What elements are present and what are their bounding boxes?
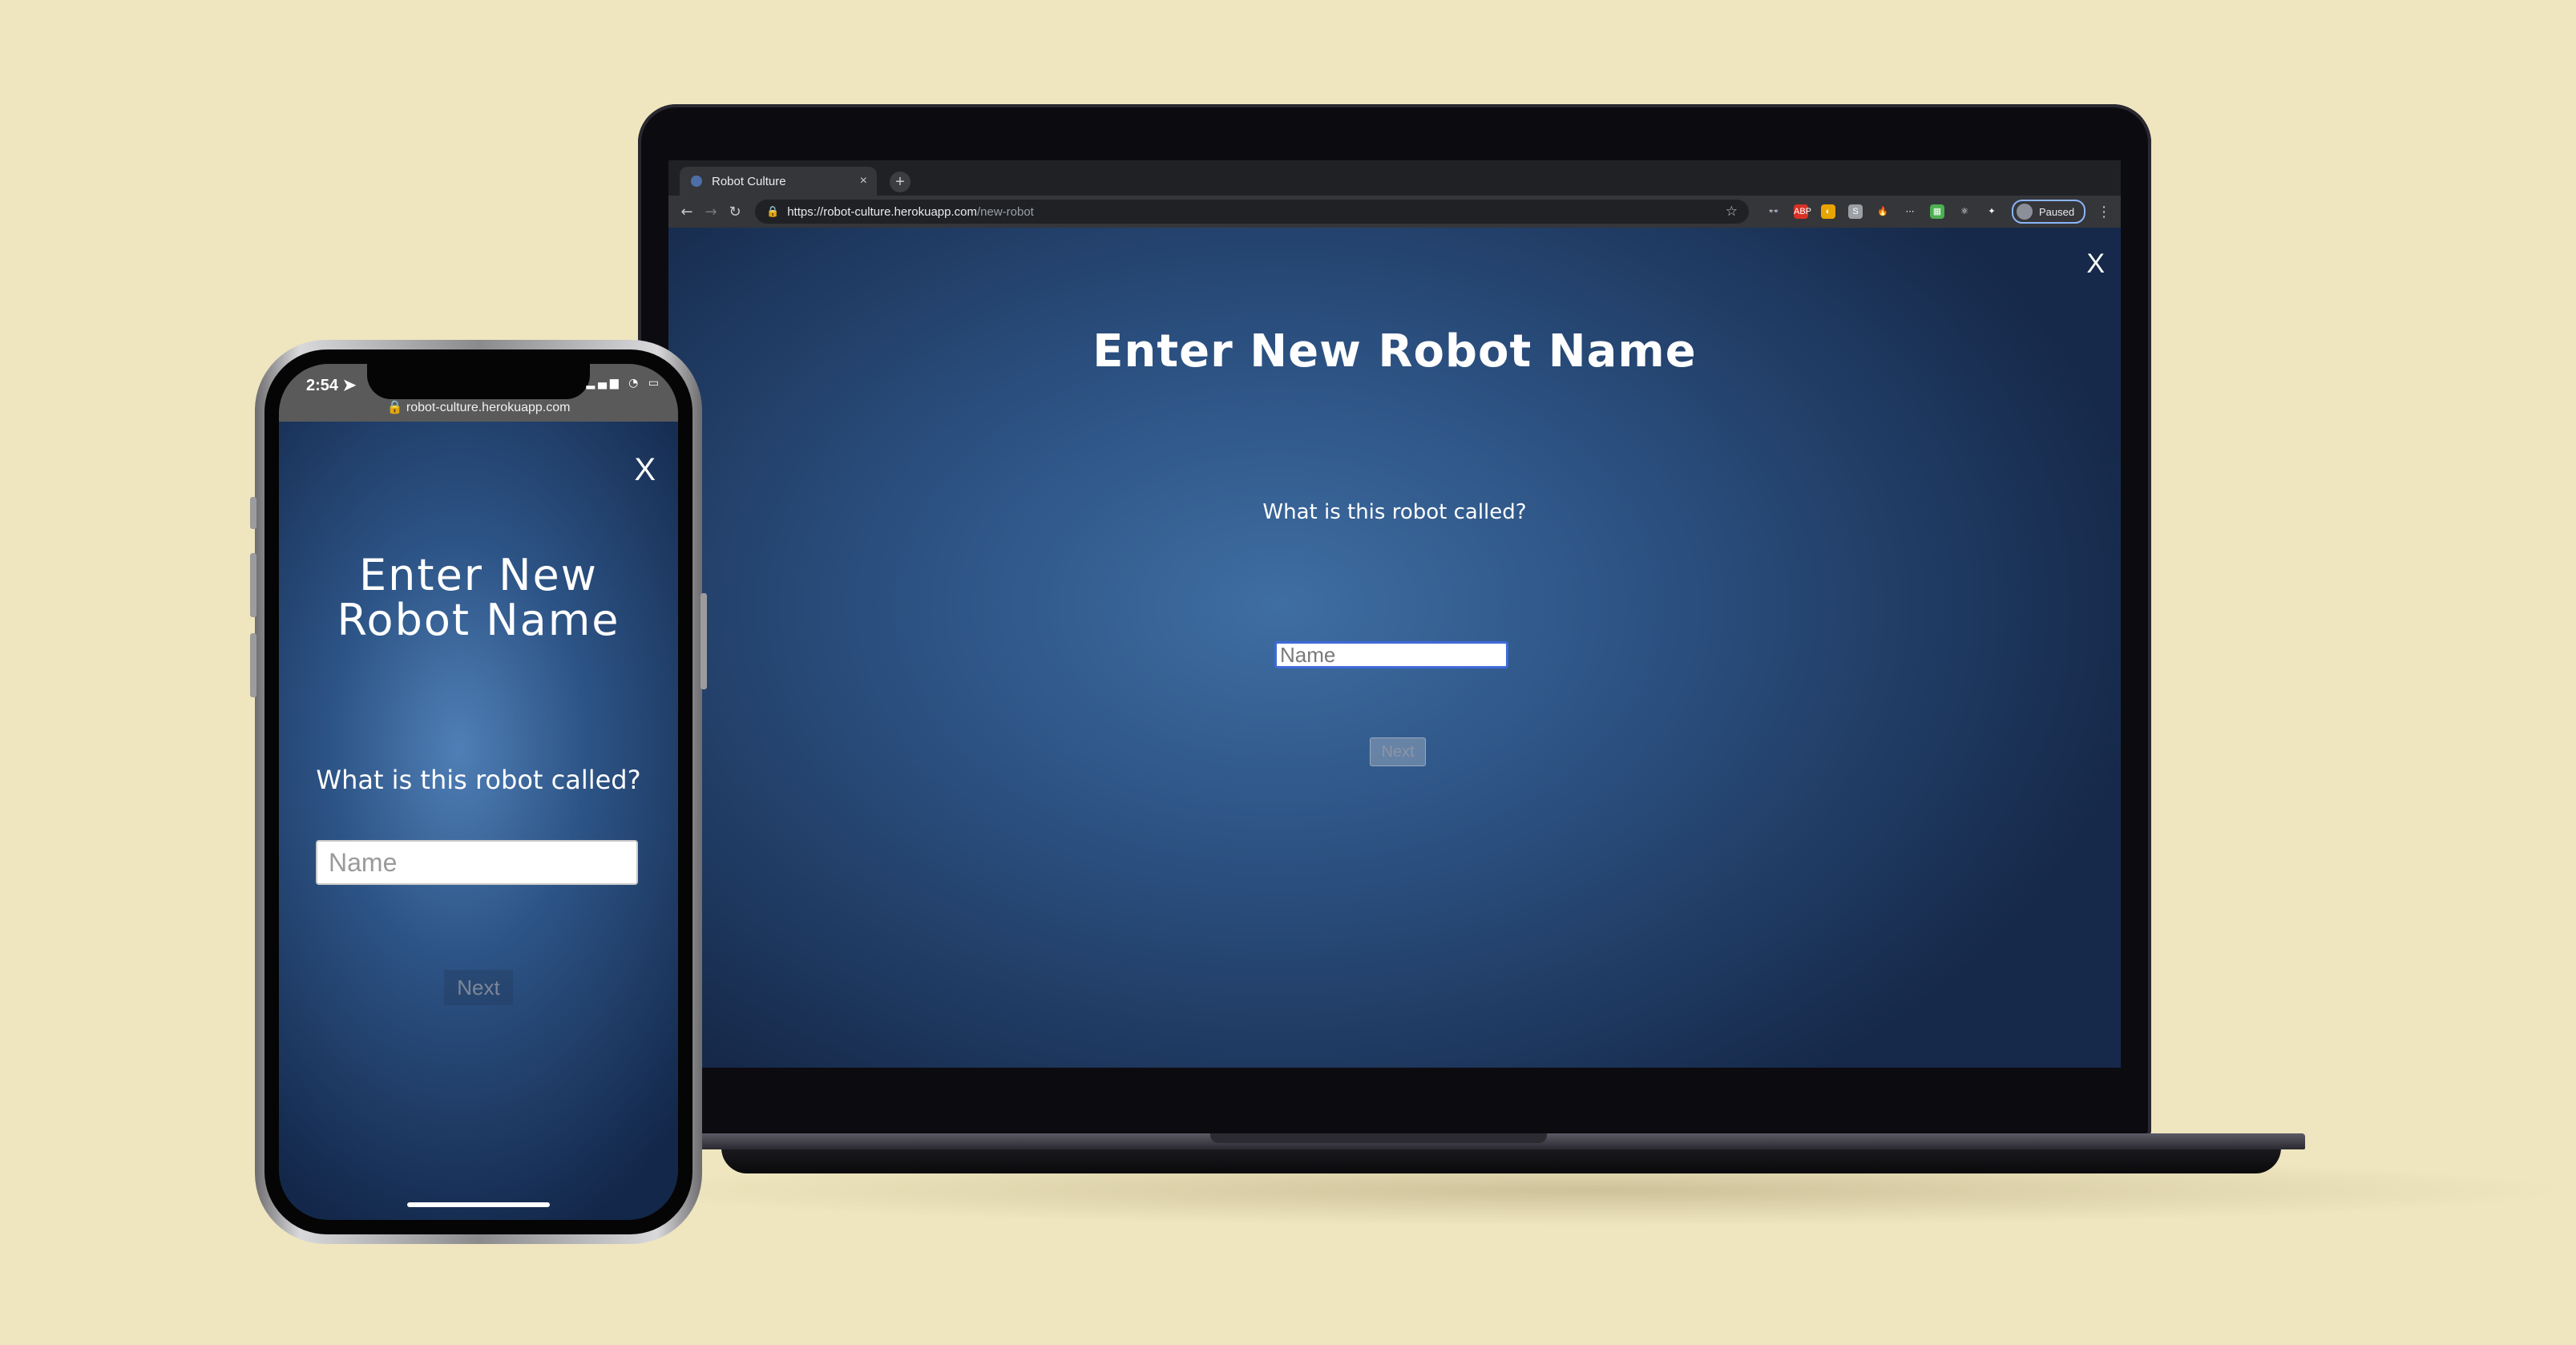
react-ext-icon[interactable]: ⚛: [1957, 204, 1972, 219]
back-arrow-icon[interactable]: ←: [675, 204, 699, 220]
fire-ext-icon[interactable]: 🔥: [1875, 204, 1890, 219]
close-button[interactable]: X: [634, 452, 656, 488]
name-prompt: What is this robot called?: [1262, 500, 1527, 524]
reload-icon[interactable]: ↻: [723, 204, 747, 220]
dots-ext-icon[interactable]: ⋯: [1903, 204, 1917, 219]
tab-title: Robot Culture: [712, 174, 786, 188]
profile-button[interactable]: Paused: [2012, 200, 2086, 224]
laptop-hinge-notch: [1210, 1133, 1547, 1143]
url-host: https://robot-culture.herokuapp.com: [787, 204, 977, 219]
adblock-ext-icon[interactable]: ABP: [1794, 204, 1811, 219]
bookmark-star-icon[interactable]: ☆: [1726, 204, 1738, 220]
honey-ext-icon[interactable]: ◐: [1821, 204, 1835, 219]
home-indicator[interactable]: [407, 1202, 550, 1207]
favicon-icon: [691, 176, 702, 187]
phone-status-bar: 2:54 ➤ ▂▄▆ ◔ ▭ 🔒 robot-culture.herokuapp…: [279, 364, 678, 422]
avatar: [2017, 204, 2033, 220]
phone-screen: 2:54 ➤ ▂▄▆ ◔ ▭ 🔒 robot-culture.herokuapp…: [279, 364, 678, 1220]
name-prompt: What is this robot called?: [316, 765, 641, 795]
forward-arrow-icon[interactable]: →: [699, 204, 723, 220]
grid-ext-icon[interactable]: ▦: [1930, 204, 1944, 219]
phone-url-bar[interactable]: 🔒 robot-culture.herokuapp.com: [279, 399, 678, 415]
laptop-screen: Robot Culture × + ← → ↻ 🔒 https://robot-…: [668, 160, 2121, 1068]
browser-tab[interactable]: Robot Culture ×: [680, 167, 877, 196]
menu-kebab-icon[interactable]: ⋮: [2097, 204, 2111, 220]
status-time: 2:54 ➤: [306, 377, 357, 394]
url-path: /new-robot: [976, 204, 1034, 219]
phone-notch: [367, 364, 590, 399]
page-title: Enter New Robot Name: [1092, 325, 1697, 378]
robot-name-input[interactable]: [1274, 641, 1508, 668]
profile-status: Paused: [2039, 205, 2075, 218]
s-ext-icon[interactable]: S: [1848, 204, 1863, 219]
incognito-ext-icon[interactable]: 👓: [1766, 204, 1781, 219]
phone-mute-switch: [250, 497, 256, 529]
close-button[interactable]: X: [2086, 248, 2105, 280]
robot-name-input[interactable]: [316, 840, 638, 885]
phone-side-button: [701, 593, 707, 689]
tab-close-icon[interactable]: ×: [860, 174, 867, 188]
new-tab-button[interactable]: +: [890, 172, 910, 192]
signal-wifi-battery-icon: ▂▄▆ ◔ ▭: [586, 377, 662, 390]
extensions-row: 👓 ABP ◐ S 🔥 ⋯ ▦ ⚛ ✦: [1760, 204, 2005, 219]
mockup-scene: Robot Culture × + ← → ↻ 🔒 https://robot-…: [0, 0, 2576, 1345]
address-bar[interactable]: 🔒 https://robot-culture.herokuapp.com /n…: [755, 200, 1749, 224]
page-title: Enter New Robot Name: [337, 550, 620, 645]
phone-volume-down: [250, 633, 256, 697]
browser-toolbar: ← → ↻ 🔒 https://robot-culture.herokuapp.…: [668, 196, 2121, 228]
laptop-base-under: [721, 1148, 2281, 1173]
next-button[interactable]: Next: [444, 970, 513, 1005]
browser-tabbar: Robot Culture × +: [668, 160, 2121, 196]
phone-volume-up: [250, 553, 256, 617]
next-button[interactable]: Next: [1370, 737, 1426, 766]
puzzle-ext-icon[interactable]: ✦: [1984, 204, 1999, 219]
lock-icon: 🔒: [766, 205, 780, 217]
desktop-page: X Enter New Robot Name What is this robo…: [668, 228, 2121, 1068]
